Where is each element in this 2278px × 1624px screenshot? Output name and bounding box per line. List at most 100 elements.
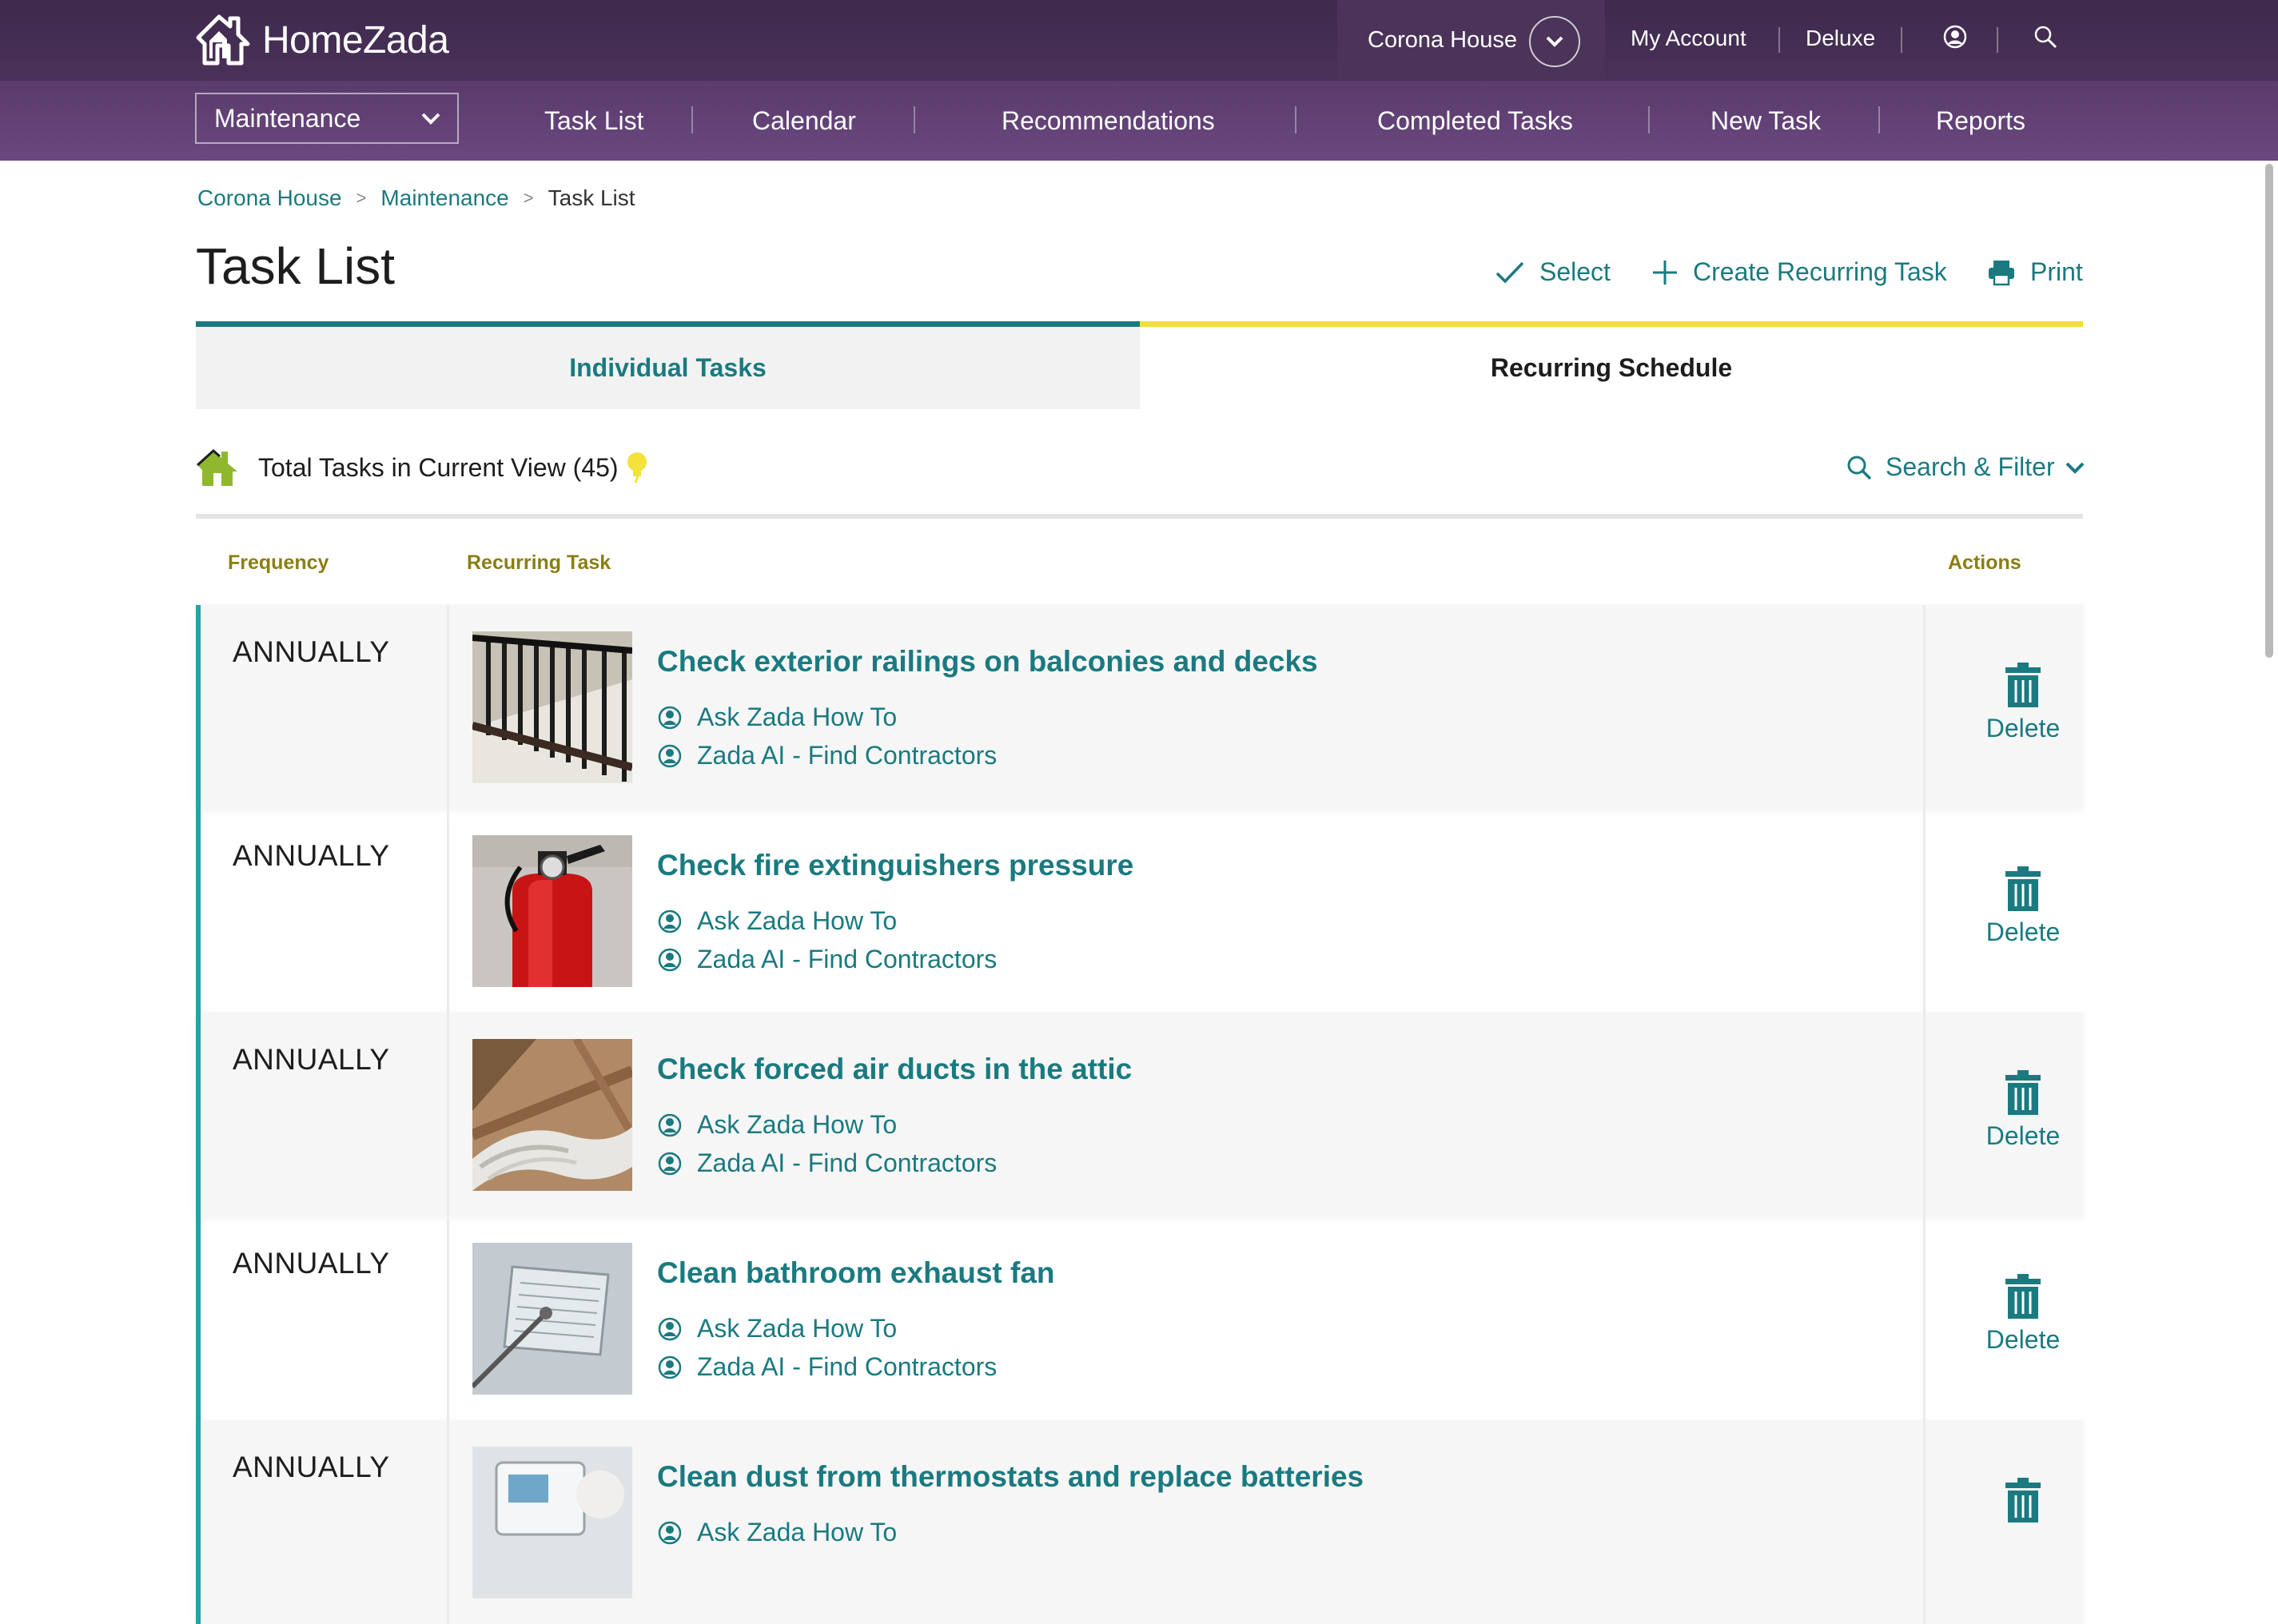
- find-contractors-link[interactable]: Zada AI - Find Contractors: [657, 1352, 997, 1382]
- column-header-frequency[interactable]: Frequency: [228, 551, 329, 575]
- delete-button[interactable]: Delete: [1947, 1274, 2099, 1355]
- task-title-link[interactable]: Clean dust from thermostats and replace …: [657, 1460, 1364, 1494]
- exhaust-fan-photo[interactable]: [472, 1243, 632, 1395]
- divider: [1923, 1420, 1926, 1624]
- ask-zada-link[interactable]: Ask Zada How To: [657, 1518, 897, 1547]
- find-contractors-link[interactable]: Zada AI - Find Contractors: [657, 741, 997, 770]
- task-frequency: ANNUALLY: [233, 1247, 390, 1280]
- nav-calendar[interactable]: Calendar: [752, 106, 856, 136]
- fire-extinguisher-photo[interactable]: [472, 835, 632, 987]
- trash-icon: [2005, 1274, 2041, 1319]
- plus-icon: [1653, 260, 1677, 285]
- nav-completed-tasks[interactable]: Completed Tasks: [1377, 106, 1573, 136]
- zada-assistant-icon: [658, 1113, 682, 1136]
- find-contractors-label: Zada AI - Find Contractors: [697, 1148, 998, 1177]
- ask-zada-label: Ask Zada How To: [697, 703, 898, 731]
- tab-recurring-schedule[interactable]: Recurring Schedule: [1140, 321, 2083, 409]
- table-row: ANNUALLY Check exterior railings on balc…: [196, 605, 2083, 809]
- trash-icon: [2005, 1070, 2041, 1115]
- divider: [1295, 106, 1296, 133]
- delete-button[interactable]: Delete: [1947, 1070, 2099, 1151]
- print-button[interactable]: Print: [1987, 257, 2083, 287]
- ask-zada-link[interactable]: Ask Zada How To: [657, 703, 897, 732]
- table-row: ANNUALLY Check forced air ducts in the a…: [196, 1013, 2083, 1216]
- task-title-link[interactable]: Clean bathroom exhaust fan: [657, 1256, 1055, 1290]
- create-recurring-task-label: Create Recurring Task: [1693, 257, 1947, 286]
- divider: [1923, 809, 1926, 1013]
- user-profile-button[interactable]: [1942, 24, 1968, 54]
- divider: [1778, 27, 1780, 53]
- task-frequency: ANNUALLY: [233, 635, 390, 668]
- divider: [1648, 106, 1650, 133]
- breadcrumb-separator: >: [356, 188, 367, 208]
- breadcrumb-current: Task List: [548, 185, 635, 210]
- plan-link[interactable]: Deluxe: [1806, 26, 1875, 51]
- lightbulb-icon[interactable]: [625, 451, 649, 484]
- find-contractors-link[interactable]: Zada AI - Find Contractors: [657, 945, 997, 974]
- zada-assistant-icon: [658, 910, 682, 933]
- task-title-link[interactable]: Check forced air ducts in the attic: [657, 1053, 1132, 1086]
- task-frequency: ANNUALLY: [233, 1043, 390, 1076]
- breadcrumb-maintenance[interactable]: Maintenance: [380, 185, 508, 211]
- search-button[interactable]: [2033, 24, 2058, 54]
- house-dropdown-button[interactable]: [1529, 16, 1580, 67]
- nav-recommendations[interactable]: Recommendations: [1002, 106, 1215, 136]
- print-label: Print: [2030, 257, 2083, 286]
- nav-task-list[interactable]: Task List: [544, 106, 643, 136]
- ask-zada-link[interactable]: Ask Zada How To: [657, 1110, 897, 1140]
- task-title-link[interactable]: Check exterior railings on balconies and…: [657, 645, 1318, 679]
- table-row: ANNUALLY Clean bathroom exhaust fan Ask …: [196, 1216, 2083, 1420]
- search-filter-label: Search & Filter: [1886, 452, 2055, 481]
- chevron-down-icon: [1546, 36, 1563, 47]
- attic-duct-photo[interactable]: [472, 1039, 632, 1191]
- divider: [447, 1013, 449, 1216]
- zada-assistant-icon: [658, 744, 682, 767]
- nav-new-task[interactable]: New Task: [1710, 106, 1821, 136]
- task-summary: Total Tasks in Current View (45): [196, 448, 649, 488]
- select-button[interactable]: Select: [1495, 257, 1611, 287]
- divider: [691, 106, 693, 133]
- house-logo-icon: [196, 448, 237, 486]
- ask-zada-link[interactable]: Ask Zada How To: [657, 906, 897, 936]
- tab-individual-tasks[interactable]: Individual Tasks: [196, 321, 1140, 409]
- divider: [447, 605, 449, 809]
- search-filter-toggle[interactable]: Search & Filter: [1846, 452, 2085, 482]
- user-icon: [1943, 25, 1967, 49]
- divider: [447, 1420, 449, 1624]
- page-scrollbar[interactable]: [2265, 164, 2273, 658]
- my-account-link[interactable]: My Account: [1631, 26, 1746, 51]
- find-contractors-label: Zada AI - Find Contractors: [697, 945, 998, 973]
- railing-photo[interactable]: [472, 631, 632, 783]
- delete-label: Delete: [1985, 1121, 2061, 1150]
- zada-assistant-icon: [658, 1521, 682, 1544]
- house-switcher[interactable]: Corona House: [1337, 0, 1605, 81]
- thermostat-photo[interactable]: [472, 1447, 632, 1598]
- divider: [914, 106, 915, 133]
- delete-button[interactable]: [1947, 1478, 2099, 1522]
- house-logo-icon: [196, 14, 250, 66]
- page-title: Task List: [196, 237, 395, 295]
- ask-zada-label: Ask Zada How To: [697, 1518, 898, 1546]
- ask-zada-link[interactable]: Ask Zada How To: [657, 1314, 897, 1343]
- nav-reports[interactable]: Reports: [1936, 106, 2025, 136]
- module-select-value: Maintenance: [214, 103, 361, 133]
- divider: [1923, 1216, 1926, 1420]
- delete-button[interactable]: Delete: [1947, 663, 2099, 743]
- breadcrumb-house[interactable]: Corona House: [197, 185, 342, 211]
- find-contractors-label: Zada AI - Find Contractors: [697, 1352, 998, 1381]
- module-select[interactable]: Maintenance: [195, 93, 459, 144]
- task-title-link[interactable]: Check fire extinguishers pressure: [657, 849, 1133, 882]
- homezada-logo[interactable]: HomeZada: [195, 13, 449, 67]
- delete-button[interactable]: Delete: [1947, 866, 2099, 947]
- find-contractors-link[interactable]: Zada AI - Find Contractors: [657, 1148, 997, 1178]
- create-recurring-task-button[interactable]: Create Recurring Task: [1651, 257, 1947, 287]
- table-row: ANNUALLY Check fire extinguishers pressu…: [196, 809, 2083, 1013]
- trash-icon: [2005, 866, 2041, 911]
- divider: [447, 809, 449, 1013]
- current-house-name: Corona House: [1368, 27, 1517, 53]
- chevron-down-icon: [421, 113, 440, 125]
- column-header-recurring-task[interactable]: Recurring Task: [467, 551, 611, 575]
- column-header-actions: Actions: [1948, 551, 2021, 574]
- find-contractors-label: Zada AI - Find Contractors: [697, 741, 998, 770]
- zada-assistant-icon: [658, 706, 682, 729]
